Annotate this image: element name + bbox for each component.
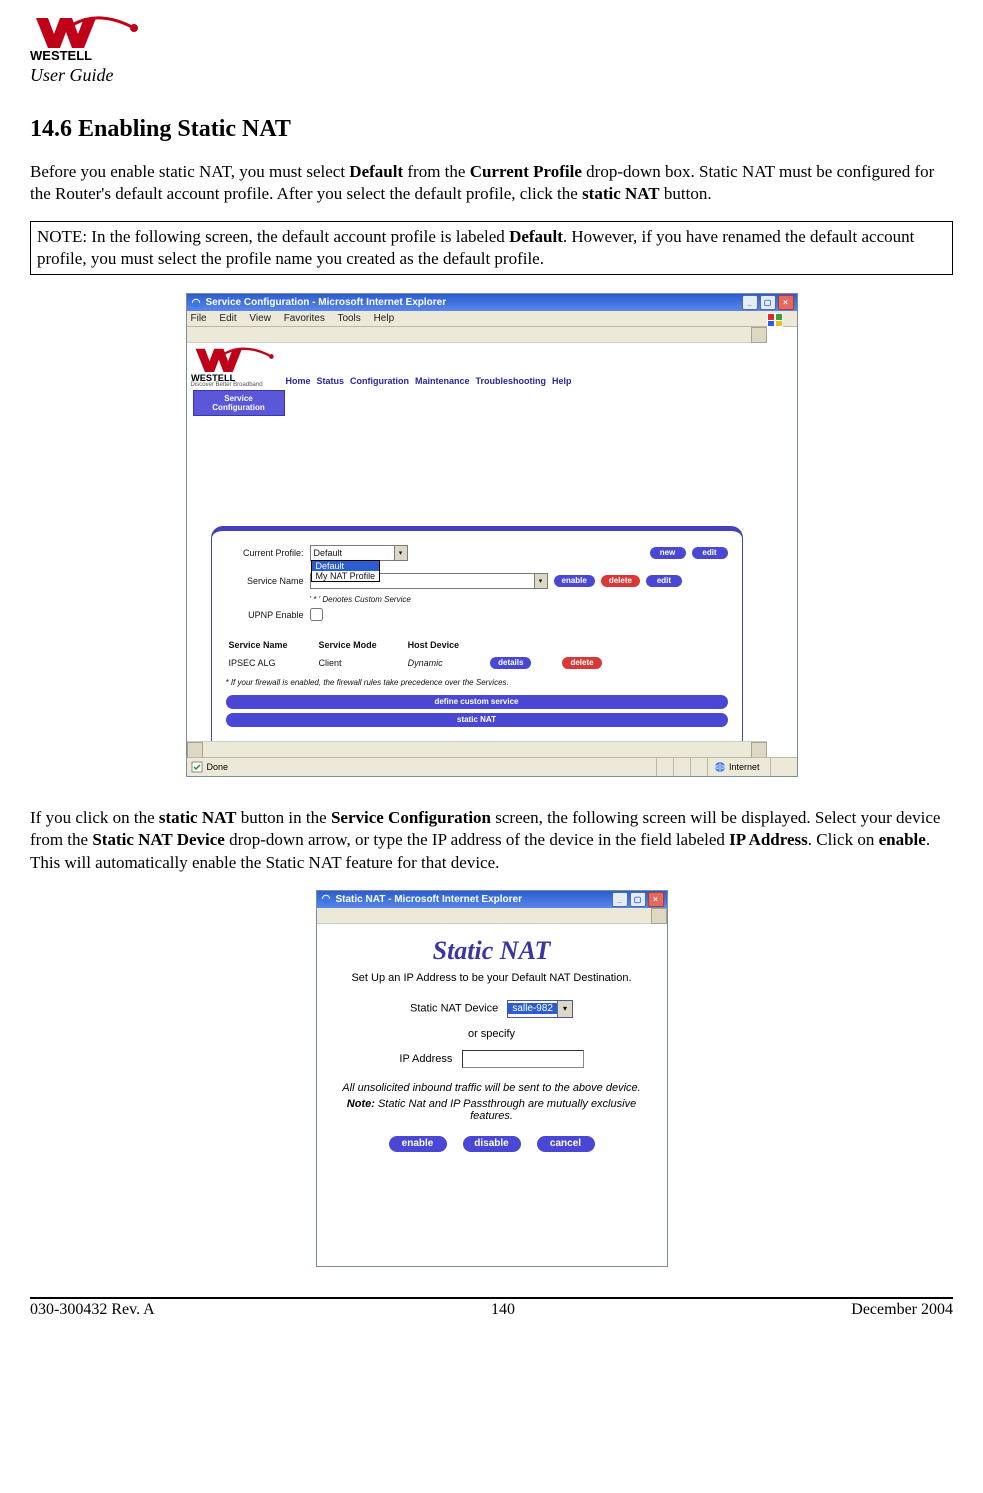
maximize-button[interactable]: ▢	[760, 295, 776, 310]
firewall-note: * If your firewall is enabled, the firew…	[226, 678, 728, 687]
new-button[interactable]: new	[650, 547, 686, 559]
upnp-checkbox[interactable]	[310, 608, 323, 621]
window-title: Service Configuration - Microsoft Intern…	[206, 297, 742, 308]
th-service-mode: Service Mode	[318, 639, 405, 651]
menu-favorites[interactable]: Favorites	[284, 313, 325, 324]
inbound-traffic-note: All unsolicited inbound traffic will be …	[335, 1082, 649, 1094]
footer-page-number: 140	[491, 1301, 515, 1319]
current-profile-select[interactable]: Default ▾ Default My NAT Profile	[310, 545, 408, 561]
static-nat-title: Static NAT	[335, 936, 649, 966]
ie-flag-icon	[767, 313, 783, 330]
or-specify-label: or specify	[335, 1028, 649, 1040]
nav-home[interactable]: Home	[286, 376, 311, 386]
ip-address-input[interactable]	[462, 1050, 584, 1068]
window-title: Static NAT - Microsoft Internet Explorer	[336, 894, 612, 905]
menu-file[interactable]: File	[191, 313, 207, 324]
static-nat-button[interactable]: static NAT	[226, 713, 728, 727]
chevron-down-icon: ▾	[557, 1001, 572, 1017]
maximize-button[interactable]: ▢	[630, 892, 646, 907]
cell-mode: Client	[318, 653, 405, 670]
static-nat-device-label: Static NAT Device	[410, 1002, 498, 1014]
status-internet-text: Internet	[729, 762, 760, 772]
custom-service-note: ' * ' Denotes Custom Service	[310, 595, 728, 604]
delete-service-button[interactable]: delete	[601, 575, 640, 587]
upnp-label: UPNP Enable	[226, 610, 304, 620]
cancel-button[interactable]: cancel	[537, 1136, 595, 1152]
static-nat-device-select[interactable]: salle-982 ▾	[507, 1000, 573, 1018]
intro-paragraph: Before you enable static NAT, you must s…	[30, 161, 953, 205]
scroll-up-icon[interactable]	[751, 327, 767, 343]
nav-configuration[interactable]: Configuration	[350, 376, 409, 386]
second-paragraph: If you click on the static NAT button in…	[30, 807, 953, 873]
current-profile-label: Current Profile:	[226, 548, 304, 558]
minimize-button[interactable]: _	[612, 892, 628, 907]
nav-troubleshooting[interactable]: Troubleshooting	[476, 376, 547, 386]
th-host-device: Host Device	[407, 639, 488, 651]
westell-logo: WESTELL	[30, 16, 953, 67]
service-config-window: Service Configuration - Microsoft Intern…	[186, 293, 798, 777]
nav-tabs: Home Status Configuration Maintenance Tr…	[286, 376, 572, 388]
footer-right: December 2004	[851, 1301, 953, 1319]
scroll-up-icon[interactable]	[651, 908, 667, 924]
edit-profile-button[interactable]: edit	[692, 547, 728, 559]
section-title: 14.6 Enabling Static NAT	[30, 116, 953, 143]
nav-help[interactable]: Help	[552, 376, 572, 386]
note-label: Note:	[347, 1098, 375, 1110]
enable-service-button[interactable]: enable	[554, 575, 595, 587]
page-footer: 030-300432 Rev. A 140 December 2004	[30, 1297, 953, 1319]
nav-status[interactable]: Status	[317, 376, 345, 386]
service-table: Service Name Service Mode Host Device IP…	[226, 637, 632, 672]
th-service-name: Service Name	[228, 639, 316, 651]
svg-text:WESTELL: WESTELL	[30, 48, 92, 62]
static-nat-subtitle: Set Up an IP Address to be your Default …	[335, 972, 649, 984]
ie-menubar: File Edit View Favorites Tools Help	[187, 311, 797, 327]
note-box: NOTE: In the following screen, the defau…	[30, 221, 953, 275]
profile-option-mynat[interactable]: My NAT Profile	[312, 571, 380, 581]
chevron-down-icon: ▾	[394, 546, 407, 560]
delete-row-button[interactable]: delete	[562, 657, 601, 669]
scroll-right-icon[interactable]	[751, 742, 767, 757]
menu-edit[interactable]: Edit	[219, 313, 236, 324]
done-icon	[191, 761, 203, 773]
ip-address-label: IP Address	[399, 1053, 452, 1065]
minimize-button[interactable]: _	[742, 295, 758, 310]
footer-left: 030-300432 Rev. A	[30, 1301, 155, 1319]
service-configuration-tab[interactable]: Service Configuration	[193, 390, 285, 416]
menu-view[interactable]: View	[249, 313, 271, 324]
service-config-panel: Current Profile: Default ▾ Default My NA…	[211, 526, 743, 757]
profile-options-list[interactable]: Default My NAT Profile	[311, 560, 381, 582]
close-button[interactable]: ×	[648, 892, 664, 907]
service-name-label: Service Name	[226, 576, 304, 586]
menu-help[interactable]: Help	[374, 313, 395, 324]
westell-logo-small: WESTELL Discover Better Broadband	[191, 347, 276, 388]
menu-tools[interactable]: Tools	[337, 313, 360, 324]
ie-statusbar: Done Internet	[187, 757, 797, 776]
table-row: IPSEC ALG Client Dynamic details delete	[228, 653, 630, 670]
window-titlebar: Static NAT - Microsoft Internet Explorer…	[317, 891, 667, 908]
static-nat-window: Static NAT - Microsoft Internet Explorer…	[316, 890, 668, 1267]
chevron-down-icon: ▾	[534, 574, 547, 588]
define-custom-service-button[interactable]: define custom service	[226, 695, 728, 709]
globe-icon	[714, 761, 726, 773]
window-titlebar: Service Configuration - Microsoft Intern…	[187, 294, 797, 311]
disable-button[interactable]: disable	[463, 1136, 521, 1152]
edit-service-button[interactable]: edit	[646, 575, 682, 587]
details-button[interactable]: details	[490, 657, 531, 669]
user-guide-label: User Guide	[30, 65, 953, 86]
scroll-left-icon[interactable]	[187, 742, 203, 757]
status-done-text: Done	[207, 762, 229, 772]
profile-option-default[interactable]: Default	[312, 561, 380, 571]
nav-maintenance[interactable]: Maintenance	[415, 376, 470, 386]
cell-host: Dynamic	[407, 653, 488, 670]
close-button[interactable]: ×	[778, 295, 794, 310]
enable-button[interactable]: enable	[389, 1136, 447, 1152]
cell-service: IPSEC ALG	[228, 653, 316, 670]
exclusive-note: Static Nat and IP Passthrough are mutual…	[375, 1098, 636, 1122]
